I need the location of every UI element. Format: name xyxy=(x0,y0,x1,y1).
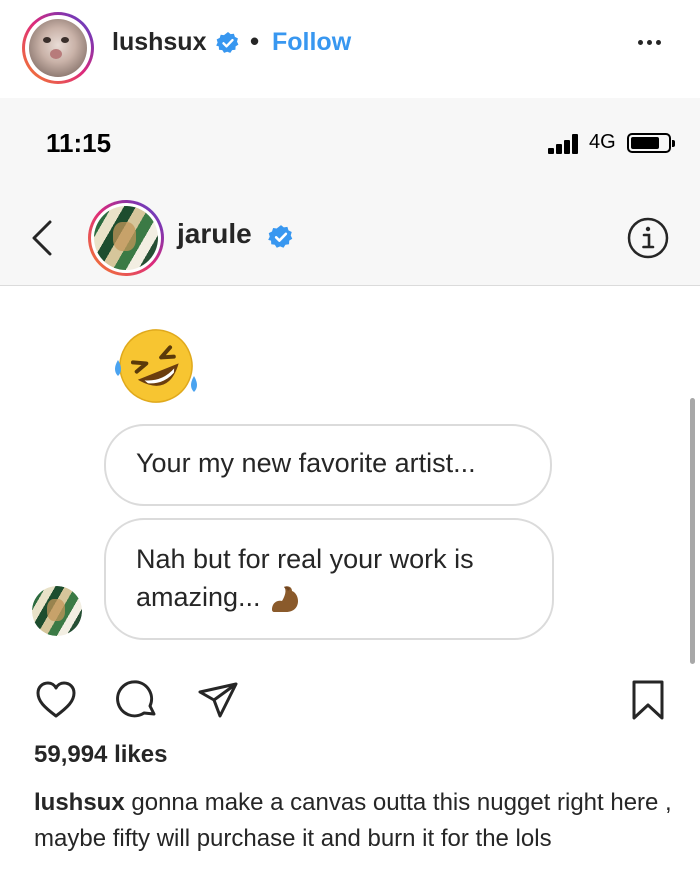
post-header: lushsux • Follow xyxy=(0,0,700,92)
scrollbar[interactable] xyxy=(690,398,695,664)
flexed-biceps-emoji-icon xyxy=(272,586,299,612)
status-time: 11:15 xyxy=(46,128,112,158)
verified-badge-icon xyxy=(216,32,239,53)
message-text: Your my new favorite artist... xyxy=(136,448,476,478)
caption-username[interactable]: lushsux xyxy=(34,789,125,816)
network-type: 4G xyxy=(589,131,616,153)
likes-count[interactable]: 59,994 likes xyxy=(34,741,167,769)
rolling-laughing-emoji-icon xyxy=(115,329,197,403)
post-author-username[interactable]: lushsux xyxy=(112,28,206,57)
post-actions xyxy=(0,660,700,740)
info-icon[interactable] xyxy=(626,216,670,260)
comment-icon[interactable] xyxy=(116,678,160,722)
dm-header: jarule xyxy=(0,190,700,286)
phone-status-bar: 11:15 4G xyxy=(0,98,700,190)
message-bubble[interactable]: Your my new favorite artist... xyxy=(104,424,552,506)
post-image[interactable]: 11:15 4G jarule Your my new favorite art… xyxy=(0,98,700,664)
share-icon[interactable] xyxy=(196,678,240,722)
avatar-image xyxy=(32,586,82,636)
battery-icon xyxy=(627,133,675,153)
follow-button[interactable]: Follow xyxy=(272,28,351,57)
message-text: Nah but for real your work is amazing... xyxy=(136,544,474,612)
signal-strength-icon xyxy=(548,134,582,154)
dm-contact-avatar[interactable] xyxy=(88,200,164,276)
separator-dot: • xyxy=(250,26,260,56)
dm-contact-username[interactable]: jarule xyxy=(177,218,252,250)
bookmark-icon[interactable] xyxy=(626,678,670,722)
sender-avatar[interactable] xyxy=(32,586,82,636)
heart-icon[interactable] xyxy=(34,678,78,722)
verified-badge-icon xyxy=(268,225,293,248)
message-thread: Your my new favorite artist... Nah but f… xyxy=(0,286,700,658)
chevron-left-icon[interactable] xyxy=(30,218,54,258)
post-author-avatar[interactable] xyxy=(22,12,94,84)
avatar-image xyxy=(29,19,87,77)
caption-text: gonna make a canvas outta this nugget ri… xyxy=(34,789,672,852)
avatar-image xyxy=(94,206,158,270)
more-options-icon[interactable] xyxy=(636,36,664,48)
post-caption: lushsux gonna make a canvas outta this n… xyxy=(34,785,684,857)
message-bubble[interactable]: Nah but for real your work is amazing... xyxy=(104,518,554,640)
